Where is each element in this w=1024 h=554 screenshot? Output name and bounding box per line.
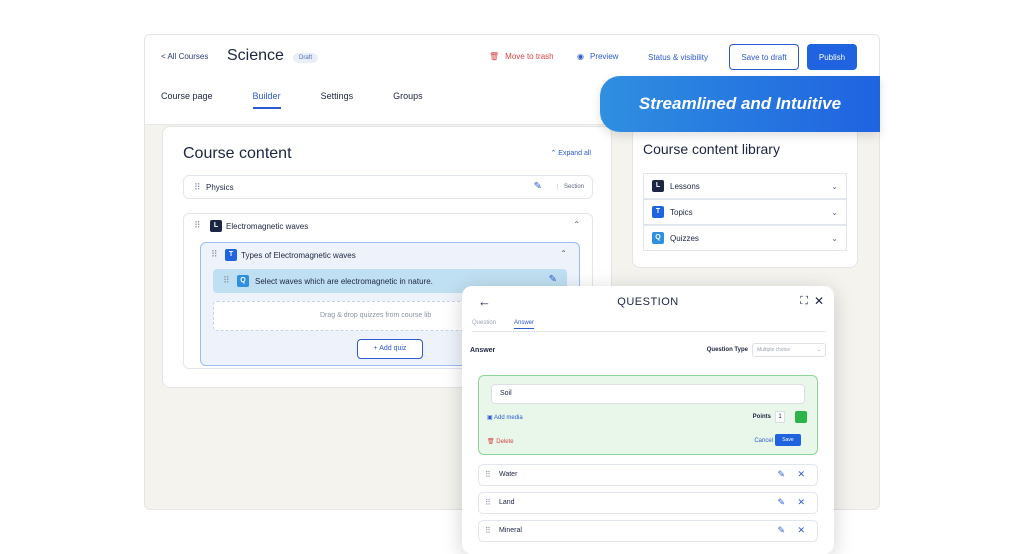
answer-input[interactable]: Soil xyxy=(491,384,805,404)
section-name: Physics xyxy=(206,183,234,192)
delete-label: Delete xyxy=(496,439,514,445)
promo-banner: Streamlined and Intuitive xyxy=(600,76,880,132)
trash-icon: 🗑 xyxy=(489,52,500,61)
edit-pencil-icon[interactable]: ✎ xyxy=(777,497,785,508)
quiz-title: Select waves which are electromagnetic i… xyxy=(255,277,433,286)
lesson-chip-icon: L xyxy=(210,220,222,232)
drag-handle-icon[interactable]: ⠿ xyxy=(194,220,201,231)
delete-button[interactable]: 🗑 Delete xyxy=(487,438,514,445)
chevron-up-icon[interactable]: ⌃ xyxy=(560,249,567,258)
add-media-button[interactable]: ▣ Add media xyxy=(487,414,523,421)
section-tag: Section xyxy=(556,184,584,190)
library-item-lessons[interactable]: L Lessons ⌄ xyxy=(643,173,847,199)
remove-icon[interactable]: ✕ xyxy=(797,497,805,508)
question-type-value: Multiple choice xyxy=(757,347,791,353)
edit-pencil-icon[interactable]: ✎ xyxy=(549,274,557,285)
content-library-panel: Course content library L Lessons ⌄ T Top… xyxy=(632,126,858,268)
remove-icon[interactable]: ✕ xyxy=(797,525,805,536)
save-button[interactable]: Save xyxy=(775,434,801,446)
drop-hint: Drag & drop quizzes from course lib xyxy=(320,312,432,319)
edit-pencil-icon[interactable]: ✎ xyxy=(534,181,542,192)
topic-chip-icon: T xyxy=(225,249,237,261)
add-quiz-button[interactable]: + Add quiz xyxy=(357,339,423,359)
chevron-down-icon: ⌄ xyxy=(831,181,838,191)
move-to-trash-label: Move to trash xyxy=(505,52,554,61)
fullscreen-icon[interactable]: ⛶ xyxy=(800,295,808,308)
tab-course-page[interactable]: Course page xyxy=(161,91,213,109)
tab-settings[interactable]: Settings xyxy=(321,91,354,109)
answer-row[interactable]: ⠿ Mineral ✎ ✕ xyxy=(478,520,818,542)
answer-edit-box: Soil ▣ Add media Points 1 🗑 Delete Cance… xyxy=(478,375,818,455)
edit-pencil-icon[interactable]: ✎ xyxy=(777,469,785,480)
drag-handle-icon[interactable]: ⠿ xyxy=(223,275,230,286)
tab-answer[interactable]: Answer xyxy=(514,320,535,329)
drag-handle-icon[interactable]: ⠿ xyxy=(194,182,201,193)
question-type-label: Question Type xyxy=(706,347,748,353)
lesson-title: Electromagnetic waves xyxy=(226,222,309,231)
library-item-topics[interactable]: T Topics ⌄ xyxy=(643,199,847,225)
close-icon[interactable]: ✕ xyxy=(814,294,824,308)
tab-builder[interactable]: Builder xyxy=(252,91,281,109)
publish-button[interactable]: Publish xyxy=(807,44,857,70)
section-row[interactable]: ⠿ Physics ✎ Section xyxy=(183,175,593,199)
modal-title: QUESTION xyxy=(617,296,679,308)
answer-label: Mineral xyxy=(499,527,522,534)
drag-handle-icon[interactable]: ⠿ xyxy=(485,526,491,535)
move-to-trash-button[interactable]: 🗑 Move to trash xyxy=(489,52,554,61)
all-courses-link[interactable]: < All Courses xyxy=(161,52,208,61)
answer-label: Land xyxy=(499,499,515,506)
builder-tabs: Course page Builder Settings Groups xyxy=(161,91,463,109)
answer-heading: Answer xyxy=(470,347,496,354)
chevron-up-icon[interactable]: ⌃ xyxy=(573,220,580,229)
remove-icon[interactable]: ✕ xyxy=(797,469,805,480)
preview-button[interactable]: ◉ Preview xyxy=(577,52,618,61)
cancel-button[interactable]: Cancel xyxy=(754,438,773,444)
drag-handle-icon[interactable]: ⠿ xyxy=(211,249,218,260)
lesson-chip-icon: L xyxy=(652,180,664,192)
question-modal: ← QUESTION ⛶ ✕ Question Answer Answer Qu… xyxy=(462,286,834,554)
course-content-title: Course content xyxy=(183,145,292,162)
modal-tabs: Question Answer xyxy=(472,320,826,332)
points-label: Points xyxy=(752,414,771,420)
status-visibility-button[interactable]: Status & visibility xyxy=(648,53,708,62)
library-item-label: Lessons xyxy=(670,181,700,191)
drag-handle-icon[interactable]: ⠿ xyxy=(485,498,491,507)
preview-label: Preview xyxy=(589,52,619,61)
quiz-chip-icon: Q xyxy=(237,275,249,287)
library-item-label: Topics xyxy=(670,207,693,217)
status-badge: Draft xyxy=(293,53,319,63)
chevron-down-icon: ⌄ xyxy=(831,233,838,243)
question-type-select[interactable]: Multiple choice ⌄ xyxy=(752,343,826,357)
library-item-label: Quizzes xyxy=(670,233,699,243)
trash-icon: 🗑 xyxy=(487,439,497,445)
quiz-chip-icon: Q xyxy=(652,232,664,244)
answer-row[interactable]: ⠿ Land ✎ ✕ xyxy=(478,492,818,514)
tab-groups[interactable]: Groups xyxy=(393,91,423,109)
save-to-draft-button[interactable]: Save to draft xyxy=(729,44,799,70)
correct-toggle[interactable] xyxy=(795,411,807,423)
topic-chip-icon: T xyxy=(652,206,664,218)
chevron-down-icon: ⌄ xyxy=(816,347,821,353)
drag-handle-icon[interactable]: ⠿ xyxy=(485,470,491,479)
add-media-label: Add media xyxy=(494,415,523,421)
image-icon: ▣ xyxy=(487,415,495,421)
expand-all-button[interactable]: ⌃ Expand all xyxy=(550,149,591,157)
library-title: Course content library xyxy=(643,141,780,157)
answer-label: Water xyxy=(499,471,518,478)
chevron-down-icon: ⌄ xyxy=(831,207,838,217)
topic-title: Types of Electromagnetic waves xyxy=(241,251,356,260)
library-item-quizzes[interactable]: Q Quizzes ⌄ xyxy=(643,225,847,251)
edit-pencil-icon[interactable]: ✎ xyxy=(777,525,785,536)
answer-row[interactable]: ⠿ Water ✎ ✕ xyxy=(478,464,818,486)
tab-question[interactable]: Question xyxy=(472,320,496,326)
expand-all-label: Expand all xyxy=(558,150,591,157)
eye-icon: ◉ xyxy=(577,52,584,61)
points-input[interactable]: 1 xyxy=(775,411,785,423)
course-title: Science xyxy=(227,47,284,64)
